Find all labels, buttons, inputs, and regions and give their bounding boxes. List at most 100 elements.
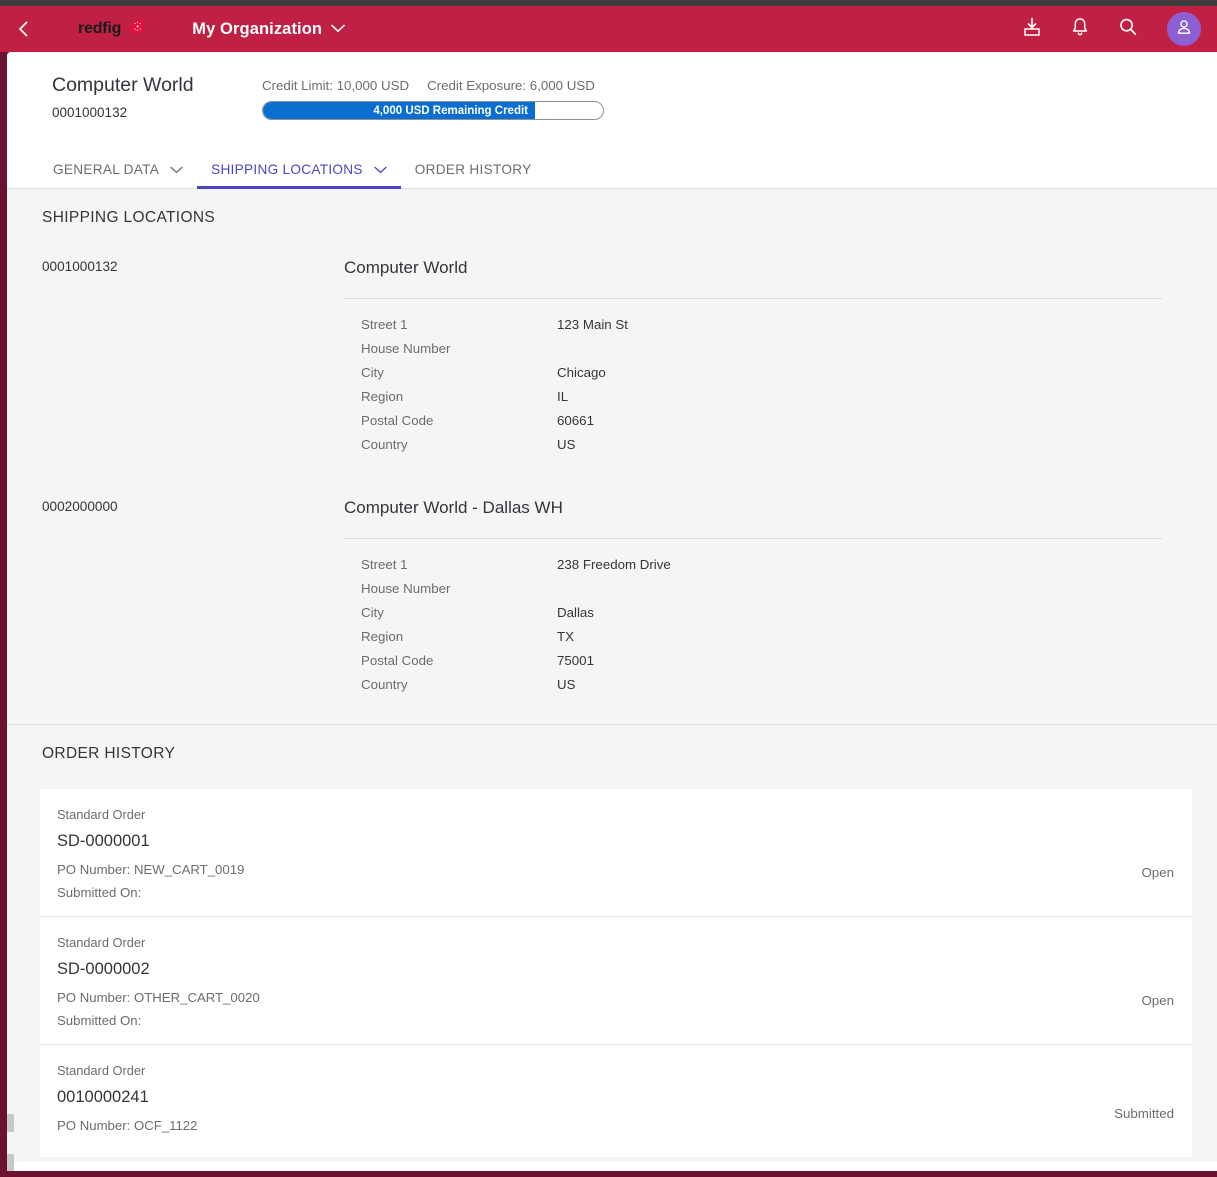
organization-switcher[interactable]: My Organization xyxy=(192,20,345,39)
address-field: Country US xyxy=(361,672,1162,696)
order-po-number: PO Number: NEW_CART_0019 xyxy=(57,862,245,878)
field-label: Country xyxy=(361,676,408,692)
scrollbar-thumb[interactable] xyxy=(7,1114,14,1133)
field-value: TX xyxy=(557,628,574,644)
page-subtitle: 0001000132 xyxy=(52,105,128,121)
tab-shipping-locations-label: SHIPPING LOCATIONS xyxy=(211,162,363,178)
field-value: 60661 xyxy=(557,412,594,428)
shipping-location-id: 0001000132 xyxy=(42,259,118,275)
field-label: Country xyxy=(361,436,408,452)
page-title: Computer World xyxy=(52,74,194,96)
header-actions xyxy=(1019,12,1217,46)
order-id: 0010000241 xyxy=(57,1088,149,1107)
address-field: Region IL xyxy=(361,384,1162,408)
shipping-location-id: 0002000000 xyxy=(42,499,118,515)
order-type: Standard Order xyxy=(57,1063,146,1079)
remaining-credit-label: 4,000 USD Remaining Credit xyxy=(373,104,528,117)
tab-shipping-locations[interactable]: SHIPPING LOCATIONS xyxy=(197,162,401,190)
object-titles: Computer World 0001000132 xyxy=(52,74,262,120)
field-label: Region xyxy=(361,388,404,404)
organization-name: My Organization xyxy=(192,19,323,38)
field-value: 238 Freedom Drive xyxy=(557,556,671,572)
order-history-section: ORDER HISTORY Standard Order SD-0000001 … xyxy=(7,724,1217,1163)
brand-wordmark: redfig xyxy=(78,20,122,37)
list-item[interactable]: Standard Order SD-0000002 PO Number: OTH… xyxy=(40,917,1192,1046)
downloads-button[interactable] xyxy=(1019,16,1045,42)
order-po-number: PO Number: OTHER_CART_0020 xyxy=(57,990,260,1006)
shipping-location-card: Computer World - Dallas WH Street 1 238 … xyxy=(344,498,1162,696)
fig-logo-icon xyxy=(128,17,147,41)
user-avatar-icon xyxy=(1174,17,1194,42)
address-field: Country US xyxy=(361,432,1162,456)
credit-limit-label: Credit Limit: 10,000 USD xyxy=(262,78,410,93)
address-field-list: Street 1 123 Main St House Number City C… xyxy=(344,312,1162,456)
search-button[interactable] xyxy=(1115,16,1141,42)
divider xyxy=(344,298,1162,300)
tab-order-history-label: ORDER HISTORY xyxy=(414,162,532,178)
order-po-number: PO Number: OCF_1122 xyxy=(57,1118,198,1134)
address-field: Region TX xyxy=(361,624,1162,648)
order-id: SD-0000001 xyxy=(57,832,150,851)
inbox-download-icon xyxy=(1021,16,1043,43)
address-field-list: Street 1 238 Freedom Drive House Number … xyxy=(344,552,1162,696)
tab-general-data[interactable]: GENERAL DATA xyxy=(39,162,197,189)
field-label: City xyxy=(361,604,384,620)
app-header: redfig My Organization xyxy=(0,6,1217,52)
page-content: SHIPPING LOCATIONS 0001000132 Computer W… xyxy=(7,189,1217,1171)
field-value: IL xyxy=(557,388,569,404)
brand-logo[interactable]: redfig xyxy=(78,17,147,41)
field-value: US xyxy=(557,436,576,452)
remaining-credit-progressbar: 4,000 USD Remaining Credit xyxy=(262,101,604,120)
chevron-down-icon xyxy=(331,20,345,38)
back-button[interactable] xyxy=(0,6,48,52)
field-value: 123 Main St xyxy=(557,316,628,332)
shipping-location-row: 0002000000 Computer World - Dallas WH St… xyxy=(7,498,1217,696)
scrollbar-thumb[interactable] xyxy=(7,1154,14,1171)
order-type: Standard Order xyxy=(57,807,146,823)
address-field: Street 1 123 Main St xyxy=(361,312,1162,336)
field-value: US xyxy=(557,676,576,692)
shipping-location-card: Computer World Street 1 123 Main St Hous… xyxy=(344,258,1162,456)
chevron-down-icon xyxy=(170,162,183,177)
field-label: Postal Code xyxy=(361,412,434,428)
search-icon xyxy=(1117,16,1139,43)
field-label: Region xyxy=(361,628,404,644)
field-label: House Number xyxy=(361,580,451,596)
order-submitted-on: Submitted On: xyxy=(57,885,142,901)
field-value: 75001 xyxy=(557,652,594,668)
address-field: City Dallas xyxy=(361,600,1162,624)
tab-order-history[interactable]: ORDER HISTORY xyxy=(401,162,546,189)
field-label: House Number xyxy=(361,340,451,356)
field-label: Street 1 xyxy=(361,316,408,332)
address-field: House Number xyxy=(361,336,1162,360)
tab-general-data-label: GENERAL DATA xyxy=(53,162,160,178)
remaining-credit-progress-fill: 4,000 USD Remaining Credit xyxy=(263,102,535,119)
shipping-location-row: 0001000132 Computer World Street 1 123 M… xyxy=(7,258,1217,456)
app-frame: redfig My Organization Computer World 00… xyxy=(0,6,1217,1177)
object-page-tabs: GENERAL DATA SHIPPING LOCATIONS ORDER HI… xyxy=(7,153,1217,190)
status-badge: Open xyxy=(1141,865,1174,881)
order-submitted-on: Submitted On: xyxy=(57,1013,142,1029)
divider xyxy=(344,538,1162,540)
address-field: Postal Code 75001 xyxy=(361,648,1162,672)
field-label: Postal Code xyxy=(361,652,434,668)
shipping-locations-section-title: SHIPPING LOCATIONS xyxy=(42,209,216,227)
field-label: Street 1 xyxy=(361,556,408,572)
status-badge: Open xyxy=(1141,993,1174,1009)
shipping-locations-section: SHIPPING LOCATIONS 0001000132 Computer W… xyxy=(7,189,1217,724)
notifications-button[interactable] xyxy=(1067,16,1093,42)
address-field: House Number xyxy=(361,576,1162,600)
bell-icon xyxy=(1069,16,1091,43)
shipping-location-name: Computer World xyxy=(344,258,468,278)
list-item[interactable]: Standard Order SD-0000001 PO Number: NEW… xyxy=(40,789,1192,918)
list-item[interactable]: Standard Order 0010000241 PO Number: OCF… xyxy=(40,1045,1192,1157)
order-history-section-title: ORDER HISTORY xyxy=(42,745,176,763)
order-history-list: Standard Order SD-0000001 PO Number: NEW… xyxy=(40,789,1192,1158)
field-value: Dallas xyxy=(557,604,594,620)
address-field: City Chicago xyxy=(361,360,1162,384)
avatar[interactable] xyxy=(1167,12,1201,46)
status-badge: Submitted xyxy=(1114,1106,1174,1122)
shipping-location-name: Computer World - Dallas WH xyxy=(344,498,563,518)
credit-summary: Credit Limit: 10,000 USD Credit Exposure… xyxy=(262,74,604,120)
field-label: City xyxy=(361,364,384,380)
